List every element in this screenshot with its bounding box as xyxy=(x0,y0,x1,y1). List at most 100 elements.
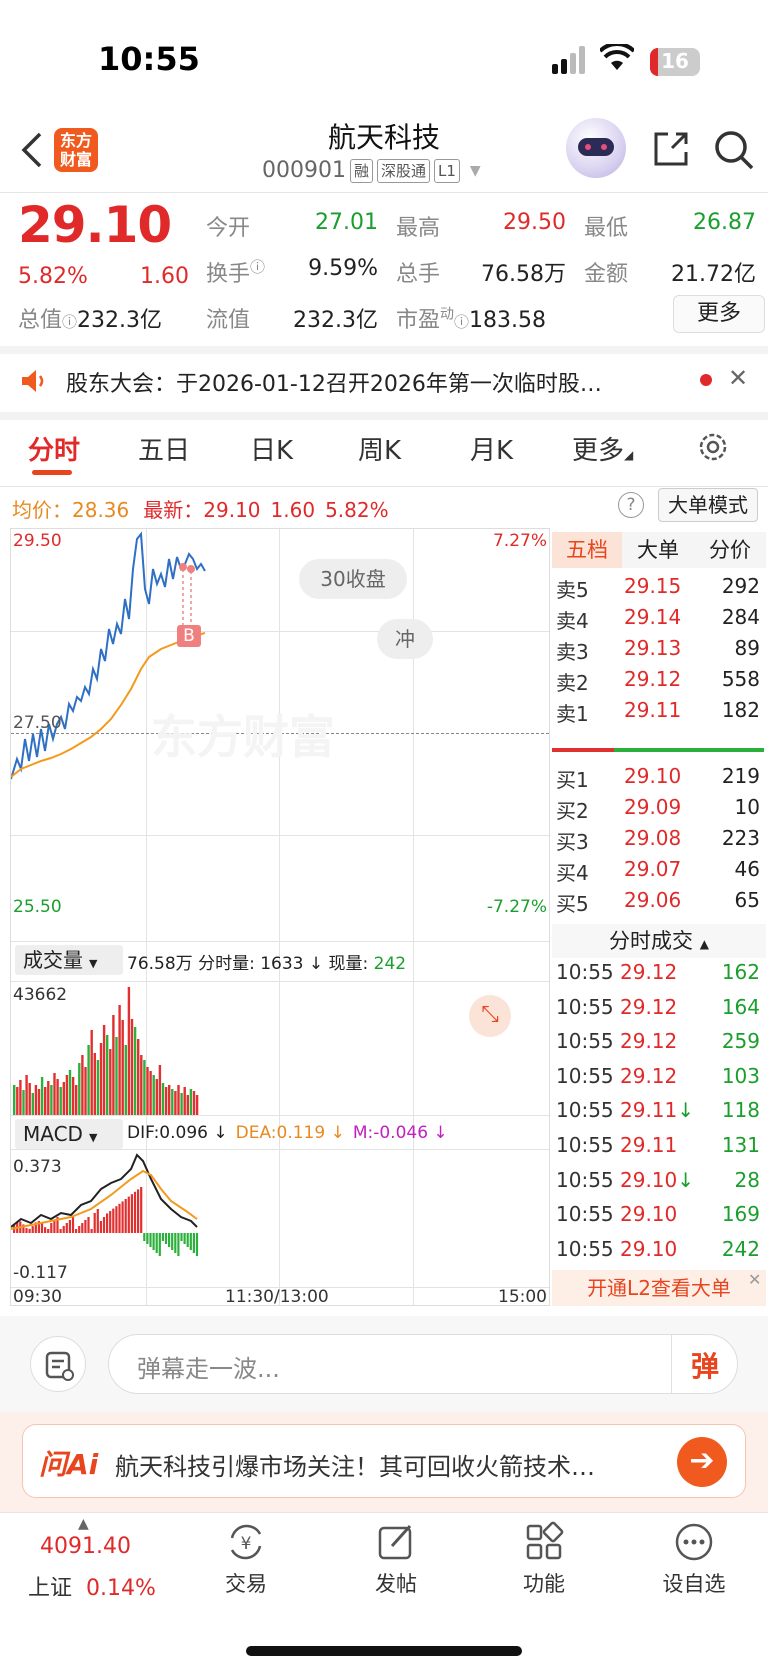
notice-text[interactable]: 股东大会：于2026-01-12召开2026年第一次临时股… xyxy=(66,366,676,398)
mcap-value: 232.3亿 xyxy=(77,308,163,333)
stock-code: 000901 xyxy=(262,158,346,183)
amount-label: 金额 xyxy=(584,262,629,287)
ai-robot-icon[interactable] xyxy=(566,118,626,178)
info-icon[interactable]: ⓘ xyxy=(454,313,469,331)
order-level-row: 卖2 29.12 558 xyxy=(556,667,760,695)
trades-header[interactable]: 分时成交 ▲ xyxy=(552,924,766,958)
order-level-row: 卖1 29.11 182 xyxy=(556,698,760,726)
tab-more[interactable]: 更多◢ xyxy=(572,430,633,467)
info-icon[interactable]: ⓘ xyxy=(62,313,77,331)
pct-bot: -7.27% xyxy=(486,897,547,917)
trade-row: 10:55 29.10↓ 28 xyxy=(556,1167,760,1192)
edit-post-icon[interactable] xyxy=(374,1520,418,1568)
ai-text: 航天科技引爆市场关注！其可回收火箭技术… xyxy=(115,1453,595,1481)
arrow-right-icon[interactable]: ➔ xyxy=(677,1437,727,1487)
float-label: 流值 xyxy=(206,308,251,333)
nav-function[interactable]: 功能 xyxy=(484,1568,604,1598)
high-label: 最高 xyxy=(396,216,441,241)
tab-five-levels[interactable]: 五档 xyxy=(552,532,622,568)
tab-daily[interactable]: 日K xyxy=(250,430,293,467)
order-level-row: 卖3 29.13 89 xyxy=(556,636,760,664)
close-icon[interactable]: ✕ xyxy=(728,364,748,392)
header-divider xyxy=(0,192,768,193)
trade-row: 10:55 29.11↓ 118 xyxy=(556,1098,760,1123)
ask-ratio-bar xyxy=(552,748,614,752)
open-value: 27.01 xyxy=(315,210,378,235)
share-icon[interactable] xyxy=(650,128,692,174)
close-l2-icon[interactable]: ✕ xyxy=(748,1270,761,1289)
search-icon[interactable] xyxy=(712,128,756,176)
tab-weekly[interactable]: 周K xyxy=(358,430,401,467)
unread-dot xyxy=(700,374,712,386)
tab-price-dist[interactable]: 分价 xyxy=(694,532,766,568)
tab-big-orders[interactable]: 大单 xyxy=(622,532,694,568)
danmu-list-icon[interactable] xyxy=(30,1336,86,1392)
tag-level: L1 xyxy=(434,158,460,183)
x-mid: 11:30/13:00 xyxy=(225,1287,329,1307)
danmu-input[interactable]: 弹幕走一波... 弹 xyxy=(108,1334,738,1394)
settings-icon[interactable] xyxy=(696,430,730,468)
help-icon[interactable]: ? xyxy=(618,492,644,518)
tab-underline xyxy=(32,470,72,475)
trade-row: 10:55 29.12 103 xyxy=(556,1063,760,1088)
battery-icon: 16 xyxy=(650,48,700,76)
yen-exchange-icon[interactable]: ¥ xyxy=(224,1520,268,1568)
turnover-value: 9.59% xyxy=(308,256,378,281)
svg-text:¥: ¥ xyxy=(241,1534,252,1554)
order-level-row: 买4 29.07 46 xyxy=(556,857,760,885)
grid-function-icon[interactable] xyxy=(522,1520,566,1568)
expand-icon[interactable]: ⤡ xyxy=(469,995,511,1037)
intraday-chart[interactable]: 东方财富 B 30收盘 冲 29.50 27.50 25.50 7.27% -7… xyxy=(10,528,550,1307)
order-level-row: 买5 29.06 65 xyxy=(556,888,760,916)
order-level-row: 卖4 29.14 284 xyxy=(556,605,760,633)
index-row[interactable]: 上证 0.14% xyxy=(28,1570,156,1602)
ai-banner[interactable]: 问Ai 航天科技引爆市场关注！其可回收火箭技术… ➔ xyxy=(22,1424,746,1498)
nav-post[interactable]: 发帖 xyxy=(336,1568,456,1598)
big-order-mode-button[interactable]: 大单模式 xyxy=(658,488,758,522)
tab-intraday[interactable]: 分时 xyxy=(28,430,80,467)
section-gap xyxy=(0,412,768,420)
buy-marker[interactable]: B xyxy=(177,625,201,647)
float-value: 232.3亿 xyxy=(293,308,378,333)
price-lines xyxy=(11,531,206,780)
chart-info: 均价：28.36 最新：29.10 1.60 5.82% xyxy=(12,498,389,522)
close-bubble[interactable]: 30收盘 xyxy=(299,559,407,599)
amount-value: 21.72亿 xyxy=(671,262,756,287)
volume-label: 总手 xyxy=(396,262,441,287)
ai-logo: 问Ai xyxy=(39,1448,99,1481)
index-value[interactable]: 4091.40 xyxy=(40,1534,131,1559)
order-level-row: 卖5 29.15 292 xyxy=(556,574,760,602)
low-label: 最低 xyxy=(584,216,629,241)
pe-sup: 动 xyxy=(440,306,455,323)
macd-plot xyxy=(11,1153,199,1256)
surge-bubble[interactable]: 冲 xyxy=(377,619,433,659)
chevron-down-icon[interactable]: ▼ xyxy=(470,163,481,179)
trade-row: 10:55 29.10 169 xyxy=(556,1202,760,1227)
tag-connect: 深股通 xyxy=(377,158,431,183)
open-label: 今开 xyxy=(206,216,251,241)
nav-add-watch[interactable]: 设自选 xyxy=(634,1568,754,1598)
tab-5day[interactable]: 五日 xyxy=(138,430,190,467)
order-level-row: 买1 29.10 219 xyxy=(556,764,760,792)
l2-upgrade-link[interactable]: 开通L2查看大单 xyxy=(552,1270,766,1306)
volume-selector[interactable]: 成交量 ▼ xyxy=(15,945,123,975)
trade-row: 10:55 29.11 131 xyxy=(556,1133,760,1157)
more-dots-icon[interactable] xyxy=(672,1520,716,1568)
bid-ratio-bar xyxy=(614,748,764,752)
order-level-row: 买3 29.08 223 xyxy=(556,826,760,854)
tag-margin: 融 xyxy=(349,158,373,183)
nav-trade[interactable]: 交易 xyxy=(186,1568,306,1598)
current-price: 29.10 xyxy=(18,196,172,254)
pe-label: 市盈 xyxy=(396,308,441,333)
more-button[interactable]: 更多 xyxy=(673,295,765,333)
macd-selector[interactable]: MACD ▼ xyxy=(15,1119,123,1149)
mcap-label: 总值 xyxy=(18,308,63,333)
wifi-icon xyxy=(598,41,636,76)
tab-monthly[interactable]: 月K xyxy=(470,430,513,467)
trade-row: 10:55 29.12 259 xyxy=(556,1029,760,1054)
y-mid: 27.50 xyxy=(13,713,62,733)
danmu-send-button[interactable]: 弹 xyxy=(691,1345,719,1385)
turnover-label: 换手 xyxy=(206,262,251,287)
info-icon[interactable]: ⓘ xyxy=(250,258,265,276)
tabs-divider xyxy=(0,486,768,487)
